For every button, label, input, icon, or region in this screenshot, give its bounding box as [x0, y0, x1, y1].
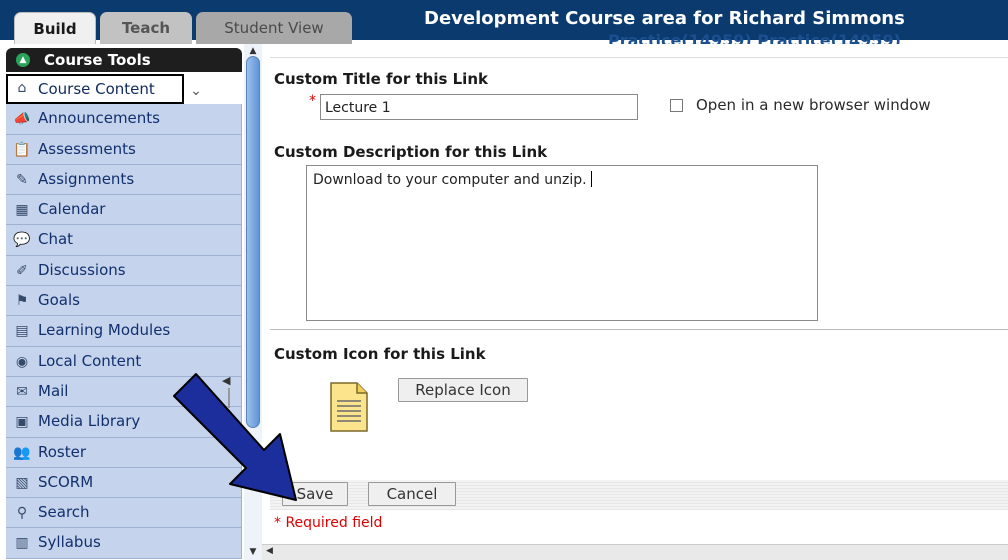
- tool-goals[interactable]: ⚑ Goals: [6, 286, 242, 317]
- tool-label: Syllabus: [38, 533, 101, 552]
- tool-label: Course Content: [38, 80, 155, 98]
- people-icon: 👥: [13, 444, 31, 461]
- tool-assessments[interactable]: 📋 Assessments: [6, 134, 242, 165]
- course-subtitle: Practice(14959) Practice(14959): [608, 31, 901, 44]
- tool-label: Assignments: [38, 169, 135, 188]
- course-title: Development Course area for Richard Simm…: [424, 8, 905, 29]
- document-icon: [330, 382, 368, 432]
- tool-announcements[interactable]: 📣 Announcements: [6, 104, 242, 135]
- tool-label: Calendar: [38, 200, 106, 219]
- cancel-button[interactable]: Cancel: [368, 482, 456, 506]
- tool-label: Mail: [38, 381, 69, 400]
- custom-description-textarea[interactable]: Download to your computer and unzip.: [306, 165, 818, 321]
- assessment-icon: 📋: [13, 141, 31, 158]
- custom-icon-heading: Custom Icon for this Link: [274, 345, 486, 363]
- scroll-down-icon[interactable]: ▼: [248, 547, 258, 557]
- scorm-icon: ▧: [15, 474, 29, 491]
- horizontal-scrollbar[interactable]: ◀: [262, 544, 1008, 560]
- tool-discussions[interactable]: ✐ Discussions: [6, 255, 242, 287]
- tab-student-view[interactable]: Student View: [196, 12, 352, 44]
- pushpin-icon: ✐: [16, 262, 28, 279]
- custom-title-input[interactable]: Lecture 1: [320, 94, 638, 120]
- tool-label: Assessments: [38, 139, 136, 158]
- tool-learning-modules[interactable]: ▤ Learning Modules: [6, 316, 242, 347]
- tool-course-content[interactable]: ⌂ Course Content: [6, 74, 184, 105]
- syllabus-icon: ▥: [15, 535, 29, 552]
- disc-icon: ◉: [15, 353, 29, 370]
- tab-build[interactable]: Build: [14, 12, 96, 44]
- tool-label: Learning Modules: [38, 321, 171, 340]
- new-window-label[interactable]: Open in a new browser window: [696, 96, 931, 114]
- tool-label: Search: [38, 503, 90, 522]
- required-field-note: * Required field: [274, 515, 383, 531]
- course-tools-title: Course Tools: [44, 51, 151, 69]
- media-library-icon: ▣: [15, 414, 29, 431]
- clipped-previous-section: [270, 44, 1008, 58]
- assignment-icon: ✎: [16, 171, 28, 188]
- custom-description-heading: Custom Description for this Link: [274, 143, 548, 161]
- tool-calendar[interactable]: ▦ Calendar: [6, 195, 242, 226]
- tool-label: Media Library: [38, 412, 141, 431]
- chat-bubble-icon: 💬: [13, 232, 31, 249]
- link-editor-form: Custom Title for this Link * Lecture 1 O…: [262, 44, 1008, 560]
- tab-teach[interactable]: Teach: [100, 12, 192, 44]
- scroll-left-icon[interactable]: ◀: [266, 546, 273, 556]
- replace-icon-button[interactable]: Replace Icon: [398, 378, 528, 402]
- magnifier-icon: ⚲: [16, 505, 28, 522]
- tool-syllabus[interactable]: ▥ Syllabus: [6, 528, 242, 559]
- annotation-arrow-icon: [173, 373, 297, 501]
- description-text: Download to your computer and unzip.: [313, 172, 587, 188]
- tool-label: Goals: [38, 291, 80, 310]
- tool-chat[interactable]: 💬 Chat: [6, 225, 242, 256]
- megaphone-icon: 📣: [13, 111, 31, 128]
- envelope-icon: ✉: [16, 383, 28, 400]
- top-bar: Build Teach Student View Development Cou…: [0, 0, 1008, 44]
- text-cursor: [590, 171, 592, 187]
- tool-label: Discussions: [38, 260, 126, 279]
- scroll-up-icon[interactable]: ▲: [248, 46, 258, 56]
- tool-label: Announcements: [38, 109, 160, 128]
- custom-title-heading: Custom Title for this Link: [274, 70, 488, 88]
- home-icon: ⌂: [17, 80, 27, 96]
- course-tools-header[interactable]: ▲ Course Tools: [6, 48, 242, 72]
- expand-chevron-icon[interactable]: ⌄: [186, 78, 206, 104]
- module-icon: ▤: [15, 323, 29, 340]
- section-divider: [270, 329, 1008, 330]
- tool-label: Chat: [38, 230, 74, 249]
- new-window-checkbox[interactable]: [670, 99, 683, 112]
- goals-icon: ⚑: [15, 293, 29, 310]
- calendar-icon: ▦: [15, 202, 29, 219]
- collapse-up-icon[interactable]: ▲: [16, 53, 30, 67]
- tool-label: Local Content: [38, 351, 142, 370]
- required-marker: *: [309, 93, 316, 109]
- tool-label: SCORM: [38, 472, 94, 491]
- tool-label: Roster: [38, 442, 87, 461]
- tool-assignments[interactable]: ✎ Assignments: [6, 164, 242, 196]
